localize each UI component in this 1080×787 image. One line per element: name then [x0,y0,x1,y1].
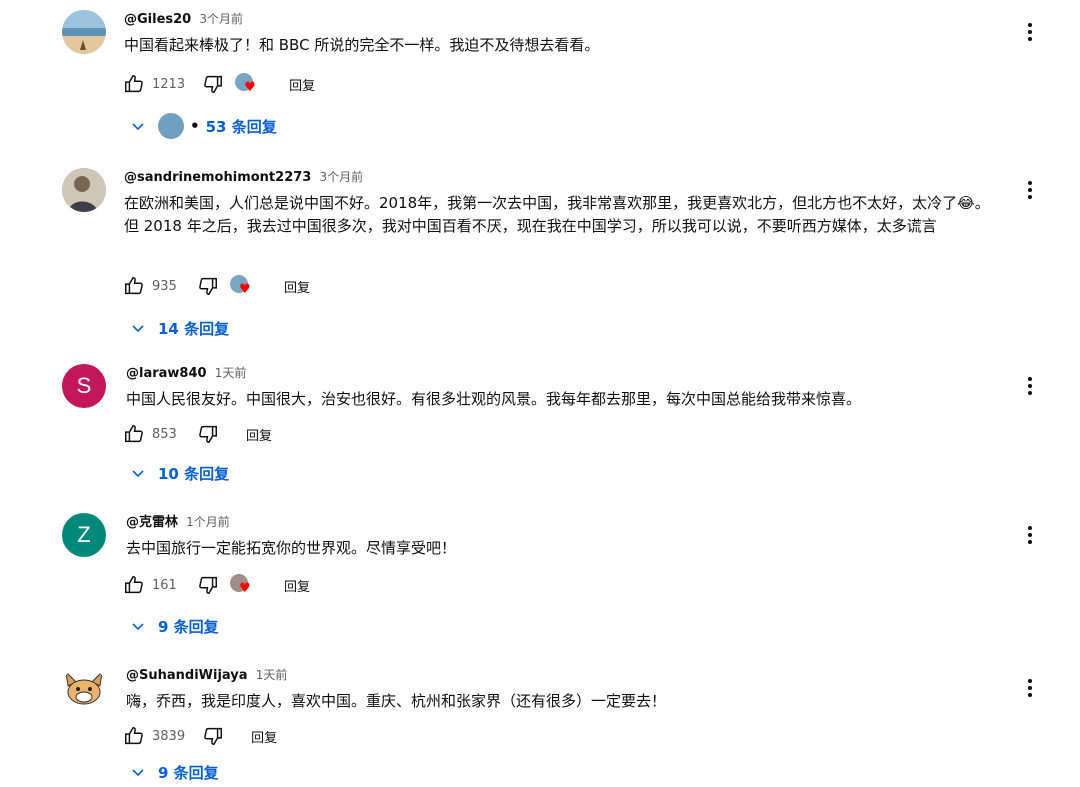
view-replies-button[interactable]: • 53 条回复 [128,111,277,141]
avatar[interactable] [62,666,106,710]
reply-button[interactable]: 回复 [246,425,272,444]
fox-cartoon-icon [65,670,103,705]
like-count: 935 [152,278,177,294]
comment-time[interactable]: 3个月前 [319,170,363,184]
thumb-down-icon[interactable] [196,274,220,298]
replies-count: 9 条回复 [158,617,219,636]
chevron-down-icon [128,463,148,483]
comment-author[interactable]: @sandrinemohimont2273 [124,170,311,185]
comment-time[interactable]: 3个月前 [199,12,243,26]
like-count: 3839 [152,728,186,744]
avatar-letter: Z [77,522,91,547]
comment-author[interactable]: @laraw840 [126,366,207,381]
thumb-up-icon[interactable] [122,274,146,298]
replies-count: 53 条回复 [205,117,277,136]
reply-avatar [158,113,184,139]
heart-icon: ♥ [239,282,251,297]
person-photo-icon [62,168,106,212]
comment-text: 嗨，乔西，我是印度人，喜欢中国。重庆、杭州和张家界（还有很多）一定要去！ [126,692,667,710]
comment-text: 中国人民很友好。中国很大，治安也很好。有很多壮观的风景。我每年都去那里，每次中国… [126,390,862,408]
creator-heart: ♥ [235,73,257,95]
more-vert-icon[interactable] [1018,374,1042,398]
comment-header: @克雷林 1个月前 [126,513,230,532]
avatar[interactable] [62,10,106,54]
chevron-down-icon [128,318,148,338]
comment-author[interactable]: @Giles20 [124,12,191,27]
comment-actions: 161 ♥ 回复 [122,573,310,597]
replies-count: 9 条回复 [158,763,219,782]
comment-author[interactable]: @SuhandiWijaya [126,668,248,683]
avatar[interactable]: S [62,364,106,408]
view-replies-button[interactable]: 14 条回复 [128,313,229,343]
more-vert-icon[interactable] [1018,178,1042,202]
beach-photo-icon [62,10,106,54]
avatar[interactable] [62,168,106,212]
comment-header: @laraw840 1天前 [126,364,246,383]
thumb-down-icon[interactable] [196,573,220,597]
thumb-down-icon[interactable] [201,724,225,748]
like-count: 853 [152,426,177,442]
comment-header: @sandrinemohimont2273 3个月前 [124,168,363,187]
dot-separator: • [190,117,200,135]
thumb-up-icon[interactable] [122,724,146,748]
reply-button[interactable]: 回复 [284,576,310,595]
thumb-up-icon[interactable] [122,422,146,446]
reply-button[interactable]: 回复 [289,75,315,94]
like-count: 1213 [152,76,186,92]
chevron-down-icon [128,116,148,136]
thumb-up-icon[interactable] [122,573,146,597]
creator-heart: ♥ [230,275,252,297]
thumb-up-icon[interactable] [122,72,146,96]
comment-actions: 935 ♥ 回复 [122,274,310,298]
comment-time[interactable]: 1个月前 [186,515,230,529]
thumb-down-icon[interactable] [196,422,220,446]
heart-icon: ♥ [244,80,256,95]
replies-count: 14 条回复 [158,319,230,338]
reply-button[interactable]: 回复 [284,277,310,296]
comment-actions: 3839 回复 [122,724,277,748]
view-replies-button[interactable]: 9 条回复 [128,611,219,641]
comment-text: 中国看起来棒极了！和 BBC 所说的完全不一样。我迫不及待想去看看。 [124,36,600,54]
comment-time[interactable]: 1天前 [215,366,247,380]
avatar[interactable]: Z [62,513,106,557]
like-count: 161 [152,577,177,593]
thumb-down-icon[interactable] [201,72,225,96]
reply-button[interactable]: 回复 [251,727,277,746]
comment-header: @Giles20 3个月前 [124,10,243,29]
comment-actions: 1213 ♥ 回复 [122,72,315,96]
comment-header: @SuhandiWijaya 1天前 [126,666,287,685]
more-vert-icon[interactable] [1018,20,1042,44]
view-replies-button[interactable]: 10 条回复 [128,458,229,488]
chevron-down-icon [128,616,148,636]
more-vert-icon[interactable] [1018,676,1042,700]
more-vert-icon[interactable] [1018,523,1042,547]
view-replies-button[interactable]: 9 条回复 [128,757,219,787]
comment-time[interactable]: 1天前 [256,668,288,682]
comment-text: 去中国旅行一定能拓宽你的世界观。尽情享受吧！ [126,539,457,557]
replies-count: 10 条回复 [158,464,230,483]
avatar-letter: S [76,373,92,398]
heart-icon: ♥ [239,581,251,596]
chevron-down-icon [128,762,148,782]
comment-author[interactable]: @克雷林 [126,515,178,530]
comment-text: 在欧洲和美国，人们总是说中国不好。2018年，我第一次去中国，我非常喜欢那里，我… [124,194,990,235]
creator-heart: ♥ [230,574,252,596]
comment-actions: 853 回复 [122,422,272,446]
